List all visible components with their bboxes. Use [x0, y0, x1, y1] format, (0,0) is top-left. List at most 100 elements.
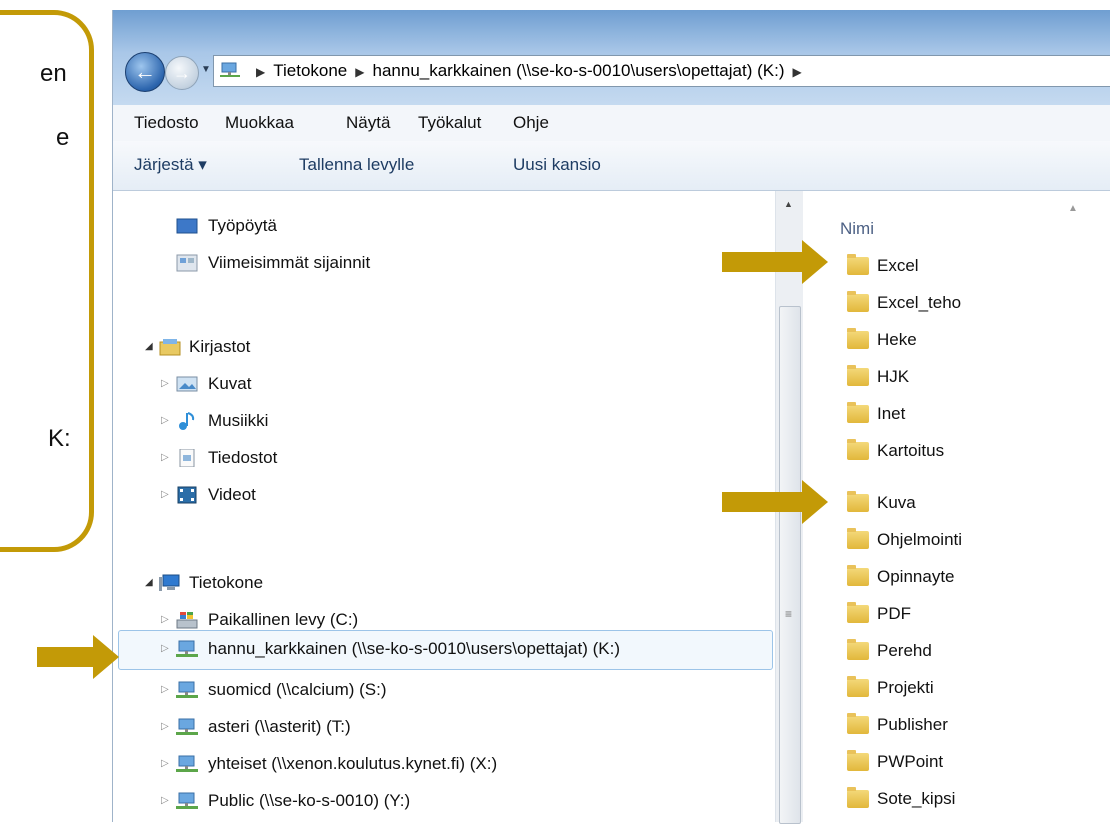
nav-item-pictures[interactable]: ▷ Kuvat	[113, 369, 763, 401]
collapsed-arrow-icon[interactable]: ▷	[161, 378, 169, 389]
callout-text-line3: K:	[48, 425, 71, 452]
nav-item-label: Tiedostot	[208, 448, 278, 467]
collapsed-arrow-icon[interactable]: ▷	[161, 452, 169, 463]
collapsed-arrow-icon[interactable]: ▷	[161, 415, 169, 426]
folder-icon	[847, 565, 869, 586]
burn-button[interactable]: Tallenna levylle	[299, 155, 414, 175]
network-drive-icon	[176, 792, 198, 809]
folder-label: HJK	[877, 367, 910, 386]
nav-item-label: yhteiset (\\xenon.koulutus.kynet.fi) (X:…	[208, 754, 498, 773]
nav-item-recent[interactable]: Viimeisimmät sijainnit	[113, 248, 763, 280]
sort-arrow-icon: ▲	[1068, 203, 1078, 214]
folder-icon	[847, 365, 869, 386]
folder-icon	[847, 676, 869, 697]
nav-item-libraries[interactable]: ◢ Kirjastot	[113, 332, 763, 364]
address-bar[interactable]: ▶ Tietokone ▶ hannu_karkkainen (\\se-ko-s-0…	[213, 55, 1110, 87]
network-drive-icon	[176, 755, 198, 772]
nav-item-label: Kuvat	[208, 374, 252, 393]
back-button[interactable]: ←	[125, 52, 165, 92]
desktop-icon	[176, 218, 198, 234]
collapsed-arrow-icon[interactable]: ▷	[161, 795, 169, 806]
file-list-pane: Nimi ▲ Excel Excel_teho Heke HJK Inet Ka…	[803, 191, 1110, 822]
computer-icon	[159, 574, 180, 591]
folder-label: Opinnayte	[877, 567, 955, 586]
pointer-arrow-drive-k	[37, 635, 119, 679]
folder-label: Inet	[877, 404, 906, 423]
folder-label: Heke	[877, 330, 917, 349]
folder-icon	[847, 713, 869, 734]
nav-item-label: hannu_karkkainen (\\se-ko-s-0010\users\o…	[208, 639, 620, 658]
nav-item-videos[interactable]: ▷ Videot	[113, 480, 763, 512]
new-folder-button[interactable]: Uusi kansio	[513, 155, 601, 175]
breadcrumb-arrow-icon[interactable]: ▶	[792, 65, 801, 79]
forward-button[interactable]: →	[165, 56, 199, 90]
breadcrumb: ▶ Tietokone ▶ hannu_karkkainen (\\se-ko-s-0…	[248, 61, 810, 81]
breadcrumb-computer[interactable]: Tietokone	[273, 61, 347, 80]
collapsed-arrow-icon[interactable]: ▷	[161, 684, 169, 695]
nav-item-drive-t[interactable]: ▷ asteri (\\asterit) (T:)	[113, 712, 763, 744]
collapsed-arrow-icon[interactable]: ▷	[161, 721, 169, 732]
nav-item-label: Työpöytä	[208, 216, 277, 235]
callout-text-line2: e	[56, 124, 70, 151]
expanded-arrow-icon[interactable]: ◢	[145, 341, 153, 352]
scroll-up-icon[interactable]: ▲	[784, 199, 793, 209]
folder-icon	[847, 291, 869, 312]
expanded-arrow-icon[interactable]: ◢	[145, 577, 153, 588]
nav-item-drive-x[interactable]: ▷ yhteiset (\\xenon.koulutus.kynet.fi) (…	[113, 749, 763, 781]
nav-item-drive-y[interactable]: ▷ Public (\\se-ko-s-0010) (Y:)	[113, 786, 763, 818]
breadcrumb-arrow-icon[interactable]: ▶	[256, 65, 265, 79]
music-icon	[179, 412, 195, 430]
collapsed-arrow-icon[interactable]: ▷	[161, 614, 169, 625]
scrollbar-thumb[interactable]: ≡	[779, 306, 801, 824]
videos-icon	[177, 486, 197, 504]
nav-item-drive-s[interactable]: ▷ suomicd (\\calcium) (S:)	[113, 675, 763, 707]
organize-button[interactable]: Järjestä ▾	[134, 155, 207, 175]
folder-icon	[847, 787, 869, 808]
recent-pages-dropdown-icon[interactable]: ▼	[201, 64, 211, 75]
callout-text-line1: en	[40, 60, 67, 87]
collapsed-arrow-icon[interactable]: ▷	[161, 643, 169, 654]
network-drive-icon	[220, 62, 240, 77]
folder-label: Sote_kipsi	[877, 789, 956, 808]
network-drive-icon	[176, 681, 198, 698]
documents-icon	[179, 449, 195, 467]
menu-edit[interactable]: Muokkaa	[225, 113, 294, 133]
collapsed-arrow-icon[interactable]: ▷	[161, 758, 169, 769]
folder-icon	[847, 639, 869, 660]
folder-icon	[847, 528, 869, 549]
menu-bar: Tiedosto Muokkaa Näytä Työkalut Ohje	[113, 105, 1110, 142]
column-header-name[interactable]: Nimi	[840, 219, 874, 239]
title-bar: ← → ▼ ▶ Tietokone ▶ hannu_karkkainen (\\se-…	[113, 10, 1110, 105]
folder-label: Ohjelmointi	[877, 530, 963, 549]
folder-icon	[847, 439, 869, 460]
address-row: ← → ▼ ▶ Tietokone ▶ hannu_karkkainen (\\se-…	[113, 44, 1110, 100]
breadcrumb-arrow-icon[interactable]: ▶	[355, 65, 364, 79]
nav-item-label: Kirjastot	[189, 337, 251, 356]
menu-file[interactable]: Tiedosto	[134, 113, 199, 133]
menu-help[interactable]: Ohje	[513, 113, 549, 133]
folder-icon	[847, 602, 869, 623]
nav-item-label: Tietokone	[189, 573, 264, 592]
nav-item-music[interactable]: ▷ Musiikki	[113, 406, 763, 438]
nav-item-label: asteri (\\asterit) (T:)	[208, 717, 351, 736]
local-disk-icon	[176, 612, 198, 629]
menu-tools[interactable]: Työkalut	[418, 113, 481, 133]
nav-item-desktop[interactable]: Työpöytä	[113, 211, 763, 243]
nav-item-documents[interactable]: ▷ Tiedostot	[113, 443, 763, 475]
folder-label: PDF	[877, 604, 911, 623]
folder-label: Excel	[877, 256, 919, 275]
callout-box	[0, 10, 94, 552]
nav-item-computer[interactable]: ◢ Tietokone	[113, 568, 763, 600]
nav-item-drive-k[interactable]: ▷ hannu_karkkainen (\\se-ko-s-0010\users…	[118, 630, 773, 670]
breadcrumb-drive[interactable]: hannu_karkkainen (\\se-ko-s-0010\users\o…	[373, 61, 785, 80]
command-toolbar: Järjestä ▾ Tallenna levylle Uusi kansio	[113, 141, 1110, 191]
grip-icon: ≡	[785, 607, 793, 621]
collapsed-arrow-icon[interactable]: ▷	[161, 489, 169, 500]
menu-view[interactable]: Näytä	[346, 113, 390, 133]
network-drive-icon	[176, 718, 198, 735]
pointer-arrow-excel	[722, 240, 828, 284]
folder-label: PWPoint	[877, 752, 944, 771]
folder-label: Excel_teho	[877, 293, 962, 312]
folder-label: Perehd	[877, 641, 932, 660]
folder-label: Projekti	[877, 678, 934, 697]
